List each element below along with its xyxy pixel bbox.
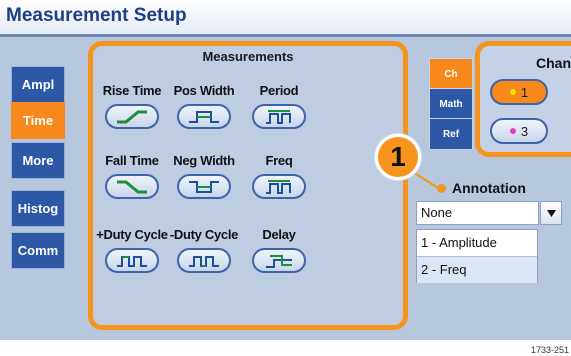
annotation-options-list: 1 - Amplitude 2 - Freq	[416, 229, 538, 283]
annotation-option-freq[interactable]: 2 - Freq	[417, 257, 537, 283]
period-button[interactable]	[252, 104, 306, 129]
tab-time[interactable]: Time	[11, 102, 65, 139]
figure-id: 1733-251	[530, 345, 569, 355]
channel-1-button[interactable]: 1	[490, 79, 548, 105]
measurements-group: Measurements Rise Time Pos Width Period …	[88, 41, 408, 330]
title-divider	[0, 34, 571, 37]
window-title: Measurement Setup	[6, 5, 187, 26]
neg-pulse-icon	[189, 180, 219, 193]
delay-button[interactable]	[252, 248, 306, 273]
tab-ch[interactable]: Ch	[429, 58, 473, 90]
tab-more[interactable]: More	[11, 142, 65, 179]
channel-group-title: Chann	[536, 55, 571, 71]
rise-edge-icon	[117, 110, 147, 123]
pos-width-button[interactable]	[177, 104, 231, 129]
fall-time-button[interactable]	[105, 174, 159, 199]
tab-histog[interactable]: Histog	[11, 190, 65, 227]
period-label: Period	[259, 83, 299, 98]
freq-label: Freq	[265, 153, 293, 168]
triangle-down-icon	[546, 209, 556, 217]
channel-3-button[interactable]: 3	[490, 118, 548, 144]
channel-group: Chann 1 3	[475, 41, 571, 157]
neg-width-button[interactable]	[177, 174, 231, 199]
callout-badge: 1	[375, 134, 421, 180]
delay-icon	[266, 254, 292, 268]
tab-math[interactable]: Math	[429, 88, 473, 120]
pos-duty-icon	[117, 255, 147, 267]
tab-ref[interactable]: Ref	[429, 118, 473, 150]
neg-duty-icon	[189, 255, 219, 267]
annotation-label: Annotation	[452, 180, 526, 196]
title-bar: Measurement Setup	[0, 0, 571, 34]
pos-pulse-icon	[189, 110, 219, 123]
channel-3-dot	[509, 128, 516, 134]
period-icon	[266, 109, 291, 124]
rise-time-button[interactable]	[105, 104, 159, 129]
channel-3-label: 3	[520, 123, 529, 139]
annotation-marker	[437, 184, 446, 193]
pos-duty-cycle-button[interactable]	[105, 248, 159, 273]
dropdown-arrow-button[interactable]	[540, 201, 562, 225]
freq-button[interactable]	[252, 174, 306, 199]
neg-duty-cycle-button[interactable]	[177, 248, 231, 273]
tab-comm[interactable]: Comm	[11, 232, 65, 269]
tab-ampl[interactable]: Ampl	[11, 66, 65, 103]
measurements-title: Measurements	[202, 49, 294, 64]
freq-icon	[266, 179, 291, 194]
annotation-option-amplitude[interactable]: 1 - Amplitude	[417, 230, 537, 257]
channel-1-dot	[509, 89, 516, 95]
delay-label: Delay	[262, 227, 296, 242]
fall-edge-icon	[117, 180, 147, 193]
annotation-dropdown[interactable]: None	[416, 201, 539, 225]
channel-1-label: 1	[520, 84, 529, 100]
